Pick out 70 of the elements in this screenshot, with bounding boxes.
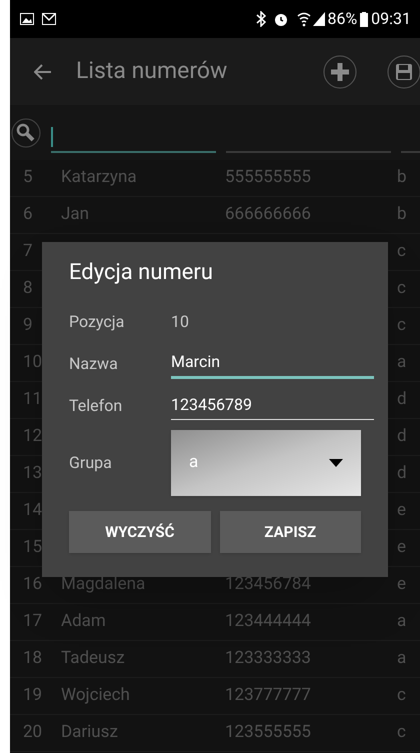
signal-icon — [313, 12, 326, 26]
bluetooth-icon — [255, 11, 268, 27]
save-icon[interactable] — [387, 54, 420, 88]
row-number: 5 — [22, 166, 34, 190]
contact-name: Adam — [61, 610, 107, 634]
input-field[interactable]: Marcin — [171, 350, 374, 378]
row-number: 16 — [22, 573, 44, 596]
row-number: 20 — [22, 721, 44, 744]
field-label: Grupa — [69, 452, 113, 474]
contact-name: Tadeusz — [61, 647, 126, 670]
group-letter: c — [397, 721, 406, 744]
phone-number: 555555555 — [225, 166, 312, 190]
dialog-button[interactable]: ZAPISZ — [220, 511, 361, 553]
phone-number: 666666666 — [225, 203, 312, 226]
battery-percent: 86% — [327, 8, 358, 30]
row-number: 10 — [22, 351, 44, 374]
row-number: 9 — [22, 314, 34, 338]
contact-name: Dariusz — [61, 721, 119, 744]
picture-icon — [20, 13, 34, 25]
row-number: 8 — [22, 277, 34, 300]
input-field[interactable]: 123456789 — [171, 392, 374, 420]
row-number: 18 — [22, 647, 44, 670]
phone-number: 123777777 — [225, 684, 312, 708]
contact-name: Katarzyna — [61, 166, 138, 190]
row-number: 7 — [22, 240, 34, 264]
phone-number: 123444444 — [225, 610, 312, 634]
group-letter: e — [397, 499, 406, 522]
back-arrow-icon[interactable] — [34, 64, 52, 80]
group-letter: c — [397, 684, 406, 708]
clock-time: 09:31 — [371, 8, 411, 30]
caret-icon — [329, 459, 343, 467]
row-number: 6 — [22, 203, 34, 226]
search-icon[interactable] — [11, 118, 41, 148]
alarm-icon — [273, 11, 290, 27]
group-letter: e — [397, 573, 406, 596]
row-number: 14 — [22, 499, 44, 522]
mail-icon — [42, 13, 56, 25]
row-number: 15 — [22, 536, 44, 560]
group-letter: e — [397, 536, 406, 560]
group-letter: a — [397, 610, 406, 634]
contact-name: Jan — [61, 203, 90, 226]
row-number: 19 — [22, 684, 44, 708]
wifi-icon — [297, 11, 312, 27]
group-letter: a — [397, 647, 406, 670]
dialog-title: Edycja numeru — [69, 259, 214, 287]
group-letter: c — [397, 240, 406, 264]
field-label: Telefon — [69, 395, 124, 417]
dialog-button[interactable]: WYCZYŚĆ — [69, 511, 210, 553]
contact-name: Wojciech — [61, 684, 131, 708]
group-letter: b — [397, 203, 407, 226]
group-letter: c — [397, 277, 406, 300]
group-letter: c — [397, 314, 406, 338]
phone-number: 123333333 — [225, 647, 312, 670]
group-letter: a — [397, 351, 406, 374]
battery-icon — [360, 12, 368, 26]
field-label: Nazwa — [69, 353, 119, 375]
phone-number: 123555555 — [225, 721, 312, 744]
add-icon[interactable] — [323, 54, 357, 88]
group-letter: d — [397, 388, 407, 412]
row-number: 12 — [22, 425, 44, 448]
row-number: 13 — [22, 462, 44, 486]
field-label: Pozycja — [69, 311, 126, 333]
group-letter: d — [397, 425, 407, 448]
row-number: 11 — [22, 388, 44, 412]
group-letter: d — [397, 462, 407, 486]
group-letter: b — [397, 166, 407, 190]
screen-title: Lista numerów — [76, 56, 228, 86]
contact-name: Magdalena — [61, 573, 146, 596]
row-number: 17 — [22, 610, 44, 634]
position-value: 10 — [171, 311, 189, 333]
